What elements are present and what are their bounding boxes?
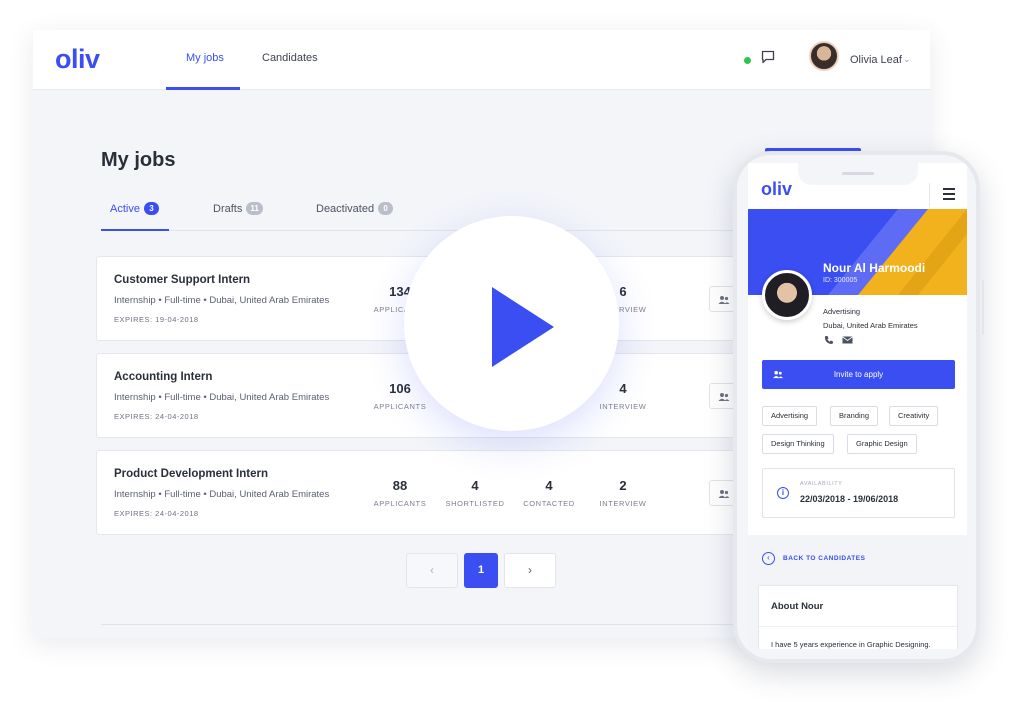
phone-side-button [982,280,984,335]
oliv-logo[interactable]: oliv [55,44,100,75]
back-arrow-icon[interactable]: ‹ [762,552,775,565]
phone-notch [798,163,918,185]
people-icon [773,370,783,379]
count-badge: 11 [246,202,263,215]
job-title[interactable]: Customer Support Intern [114,274,250,286]
mobile-screen: oliv Nour Al Harmoodi ID: 300005 Adverti… [748,163,967,649]
mobile-phone-frame: oliv Nour Al Harmoodi ID: 300005 Adverti… [733,151,980,663]
candidate-id: ID: 300005 [823,277,858,284]
tab-active[interactable]: Active 3 [110,202,159,215]
skill-tag[interactable]: Creativity [889,406,939,426]
about-text: I have 5 years experience in Graphic Des… [771,640,931,649]
tab-label: Active [110,203,140,215]
stat-shortlisted[interactable]: 4 SHORTLISTED [435,478,515,508]
stat-label: INTERVIEW [599,499,647,508]
job-expiry: EXPIRES: 24-04-2018 [114,509,199,518]
candidate-avatar [762,270,812,320]
people-icon [718,296,730,304]
stat-value: 2 [619,478,627,493]
pagination-prev-button[interactable]: ‹ [406,553,458,588]
availability-label: AVAILABILITY [800,481,843,487]
skill-tag[interactable]: Graphic Design [847,434,917,454]
hamburger-menu-icon[interactable] [929,183,967,207]
count-badge: 0 [378,202,394,215]
top-navigation-bar: oliv My jobs Candidates Olivia Leaf ⌄ [33,30,930,90]
stat-applicants[interactable]: 88 APPLICANTS [360,478,440,508]
people-icon [718,490,730,498]
stat-value: 4 [471,478,479,493]
stat-label: SHORTLISTED [445,499,505,508]
skill-tag[interactable]: Design Thinking [762,434,834,454]
invite-label: Invite to apply [833,370,884,379]
skill-tag[interactable]: Branding [830,406,879,426]
job-meta: Internship • Full-time • Dubai, United A… [114,489,330,500]
nav-candidates[interactable]: Candidates [262,52,318,64]
tab-drafts[interactable]: Drafts 11 [213,202,263,215]
marketing-stage: oliv My jobs Candidates Olivia Leaf ⌄ My… [0,0,1022,708]
job-meta: Internship • Full-time • Dubai, United A… [114,392,330,403]
chat-icon[interactable] [761,50,775,64]
tab-deactivated[interactable]: Deactivated 0 [316,202,394,215]
info-icon: i [777,487,789,499]
stat-value: 88 [392,478,408,493]
stat-contacted[interactable]: 4 CONTACTED [509,478,589,508]
nav-my-jobs[interactable]: My jobs [186,52,224,64]
phone-icon[interactable] [824,335,834,345]
nav-active-indicator [166,87,240,90]
availability-dates: 22/03/2018 - 19/06/2018 [800,494,899,504]
job-meta: Internship • Full-time • Dubai, United A… [114,295,330,306]
page-title: My jobs [101,149,176,171]
online-status-dot [744,57,751,64]
candidate-field: Advertising [823,307,861,316]
job-card[interactable]: Product Development Intern Internship • … [96,450,816,535]
oliv-logo[interactable]: oliv [761,179,792,200]
stat-label: CONTACTED [523,499,575,508]
user-name[interactable]: Olivia Leaf [850,54,902,66]
availability-card: i AVAILABILITY 22/03/2018 - 19/06/2018 [762,468,955,518]
stat-label: APPLICANTS [373,499,427,508]
chevron-down-icon[interactable]: ⌄ [903,54,911,65]
video-play-button[interactable] [404,216,619,431]
stat-interview[interactable]: 2 INTERVIEW [583,478,663,508]
stat-label: APPLICANTS [373,402,427,411]
mail-icon[interactable] [842,336,853,344]
invite-to-apply-button[interactable]: Invite to apply [762,360,955,389]
stat-value: 4 [545,478,553,493]
count-badge: 3 [143,202,159,215]
stat-label: INTERVIEW [599,402,647,411]
job-title[interactable]: Accounting Intern [114,371,212,383]
people-icon [718,393,730,401]
about-card: About Nour I have 5 years experience in … [758,585,959,649]
user-avatar[interactable] [809,41,839,71]
about-divider [759,626,959,627]
pagination-page-1[interactable]: 1 [464,553,498,588]
candidate-name: Nour Al Harmoodi [823,261,926,275]
skill-tag[interactable]: Advertising [762,406,818,426]
tab-label: Deactivated [316,203,375,215]
candidate-location: Dubai, United Arab Emirates [823,321,918,330]
tab-label: Drafts [213,203,243,215]
back-to-candidates-link[interactable]: BACK TO CANDIDATES [783,555,865,562]
play-icon [492,287,554,367]
pagination-next-button[interactable]: › [504,553,556,588]
job-expiry: EXPIRES: 24-04-2018 [114,412,199,421]
tab-active-indicator [101,229,169,231]
about-title: About Nour [771,601,824,612]
job-title[interactable]: Product Development Intern [114,468,268,480]
job-expiry: EXPIRES: 19-04-2018 [114,315,199,324]
